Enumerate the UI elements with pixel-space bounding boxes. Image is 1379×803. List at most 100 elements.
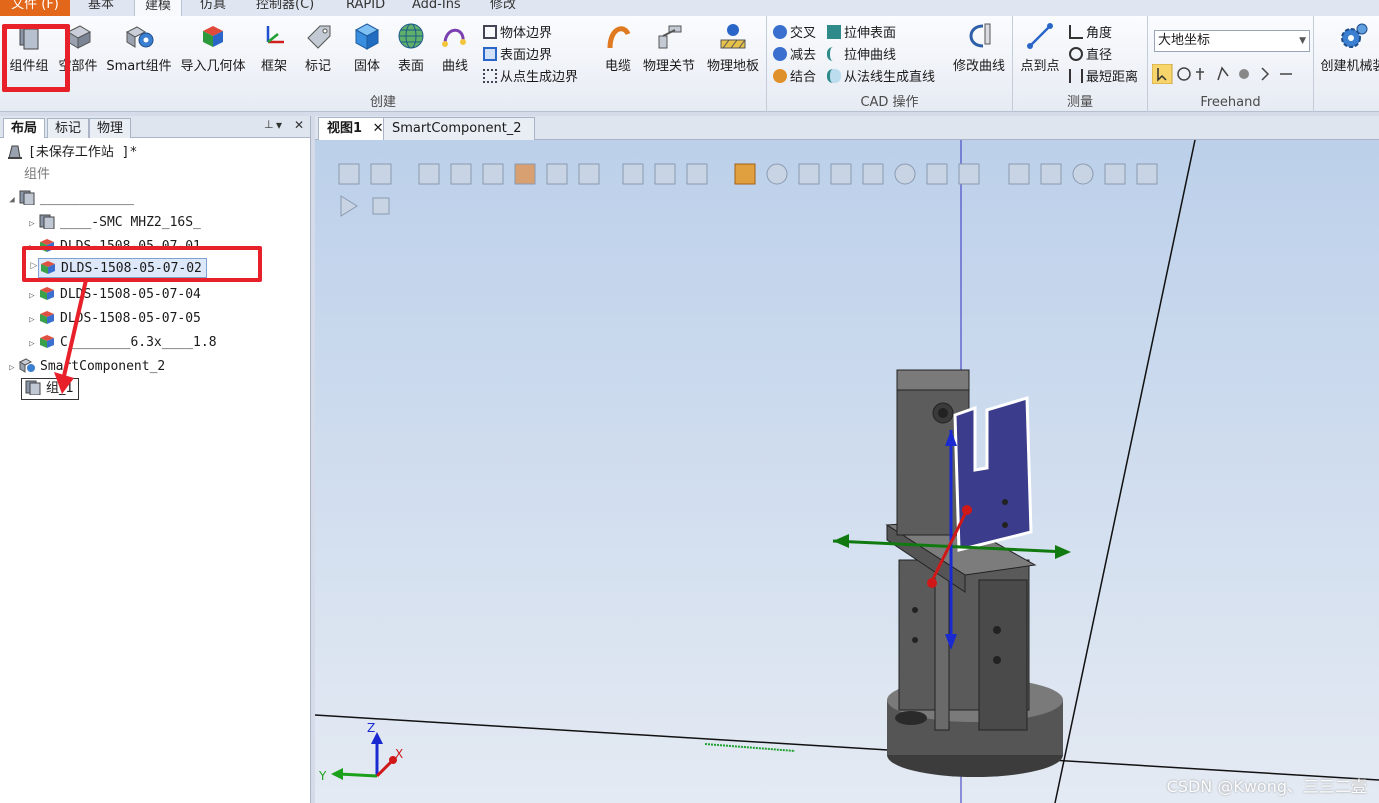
select-target-icon[interactable] bbox=[622, 163, 644, 185]
union-button[interactable]: 结合 bbox=[773, 68, 816, 88]
tree-item-smc[interactable]: ▷ ____-SMC MHZ2_16S_ bbox=[26, 212, 201, 234]
menu-tab-basic[interactable]: 基本 bbox=[78, 0, 124, 16]
select-path-icon[interactable] bbox=[654, 163, 676, 185]
intersect-button[interactable]: 交叉 bbox=[773, 24, 816, 44]
measure-shortest-icon[interactable] bbox=[1104, 163, 1126, 185]
menu-tab-modeling[interactable]: 建模 bbox=[134, 0, 183, 16]
tab-physics[interactable]: 物理 bbox=[89, 118, 132, 138]
measure-stack-icon[interactable] bbox=[1136, 163, 1158, 185]
tag-button[interactable]: 标记 bbox=[298, 20, 338, 74]
border-from-points-button[interactable]: 从点生成边界 bbox=[483, 68, 578, 88]
panel-menu-icon[interactable]: ▾ bbox=[276, 118, 282, 132]
view-all-icon[interactable] bbox=[338, 163, 360, 185]
select-group-icon[interactable] bbox=[578, 163, 600, 185]
physics-joint-button[interactable]: 物理关节 bbox=[640, 20, 698, 74]
expand-triangle-icon[interactable]: ▷ bbox=[26, 309, 38, 331]
select-surface-icon[interactable] bbox=[450, 163, 472, 185]
expand-triangle-icon[interactable]: ▷ bbox=[28, 261, 40, 271]
shortest-distance-button[interactable]: 最短距离 bbox=[1069, 68, 1138, 88]
menu-tab-rapid[interactable]: RAPID bbox=[336, 0, 395, 16]
modify-curve-button[interactable]: 修改曲线 bbox=[949, 20, 1009, 74]
select-mode-icon[interactable] bbox=[1152, 64, 1173, 84]
zoom-window-icon[interactable] bbox=[370, 163, 392, 185]
angle-button[interactable]: 角度 bbox=[1069, 24, 1112, 44]
select-frame-icon[interactable] bbox=[686, 163, 708, 185]
extrude-surface-button[interactable]: 拉伸表面 bbox=[827, 24, 896, 44]
close-icon[interactable]: ✕ bbox=[294, 118, 304, 132]
smart-component-button[interactable]: Smart组件 bbox=[104, 20, 174, 74]
snap-pivot-icon[interactable] bbox=[894, 163, 916, 185]
snap-object-icon[interactable] bbox=[734, 163, 756, 185]
measure-angle-icon[interactable] bbox=[1040, 163, 1062, 185]
snap-local-origin-icon[interactable] bbox=[926, 163, 948, 185]
tab-smartcomponent[interactable]: SmartComponent_2 bbox=[383, 117, 535, 140]
snap-endpoint-icon[interactable] bbox=[862, 163, 884, 185]
snap-edge-icon[interactable] bbox=[798, 163, 820, 185]
solid-button[interactable]: 固体 bbox=[348, 20, 386, 74]
select-mechanism-icon[interactable] bbox=[546, 163, 568, 185]
jog-joint-icon[interactable] bbox=[1217, 66, 1229, 81]
expand-triangle-icon[interactable]: ▷ bbox=[26, 333, 38, 355]
gizmo-x-handle[interactable] bbox=[962, 505, 972, 515]
frame-button[interactable]: 框架 bbox=[254, 20, 294, 74]
jog-linear-icon[interactable] bbox=[1239, 69, 1249, 79]
curve-button[interactable]: 曲线 bbox=[436, 20, 474, 74]
extrude-curve-label: 拉伸曲线 bbox=[844, 48, 897, 63]
component-group-button[interactable]: 组件组 bbox=[6, 20, 52, 74]
collapse-triangle-icon[interactable]: ◢ bbox=[6, 189, 18, 211]
stop-icon[interactable] bbox=[372, 197, 390, 215]
surface-button[interactable]: 表面 bbox=[392, 20, 430, 74]
layout-panel: 布局 标记 物理 ▾ ⊥ ✕ [未保存工作站 ]* 组件 ◢ __________… bbox=[0, 116, 311, 803]
menu-tab-simulation[interactable]: 仿真 bbox=[190, 0, 236, 16]
point-to-point-button[interactable]: 点到点 bbox=[1017, 20, 1063, 74]
tree-item-label: DLDS-1508-05-07-01 bbox=[60, 239, 201, 254]
panel-pin-icon[interactable]: ⊥ bbox=[264, 118, 274, 131]
object-border-button[interactable]: 物体边界 bbox=[483, 24, 552, 44]
measure-diameter-icon[interactable] bbox=[1072, 163, 1094, 185]
rotate-icon[interactable] bbox=[1177, 67, 1191, 81]
select-part-icon[interactable] bbox=[514, 163, 536, 185]
tab-view1[interactable]: 视图1 ✕ bbox=[318, 117, 393, 140]
gizmo-x-handle[interactable] bbox=[927, 578, 937, 588]
tree-group-node[interactable]: ◢ ____________ bbox=[6, 188, 134, 210]
import-geometry-button[interactable]: 导入几何体 bbox=[176, 20, 250, 74]
expand-triangle-icon[interactable]: ▷ bbox=[26, 285, 38, 307]
menu-tab-modify[interactable]: 修改 bbox=[480, 0, 526, 16]
surface-border-button[interactable]: 表面边界 bbox=[483, 46, 552, 66]
snap-midpoint-icon[interactable] bbox=[830, 163, 852, 185]
empty-part-button[interactable]: 空部件 bbox=[54, 20, 102, 74]
play-icon[interactable] bbox=[340, 195, 358, 217]
physics-floor-button[interactable]: 物理地板 bbox=[702, 20, 764, 74]
cable-button[interactable]: 电缆 bbox=[598, 20, 638, 74]
tab-tags[interactable]: 标记 bbox=[47, 118, 90, 138]
jog-reorient-icon[interactable] bbox=[1261, 67, 1270, 81]
tab-layout[interactable]: 布局 bbox=[3, 118, 46, 138]
measure-distance-icon[interactable] bbox=[1008, 163, 1030, 185]
move-icon[interactable] bbox=[1196, 68, 1204, 80]
reference-frame-select[interactable]: 大地坐标 ▼ bbox=[1154, 30, 1310, 52]
snap-grid-icon[interactable] bbox=[958, 163, 980, 185]
select-body-icon[interactable] bbox=[482, 163, 504, 185]
extrude-curve-button[interactable]: 拉伸曲线 bbox=[827, 46, 896, 66]
tree-station[interactable]: [未保存工作站 ]* bbox=[6, 142, 137, 164]
view-tabs: 视图1 ✕ SmartComponent_2 bbox=[315, 116, 1379, 140]
3d-viewport[interactable]: Z Y X CSDN @Kwong、三三二壹 bbox=[315, 140, 1379, 803]
expand-triangle-icon[interactable]: ▷ bbox=[26, 237, 38, 259]
diameter-button[interactable]: 直径 bbox=[1069, 46, 1112, 66]
tree-item-dlds-02[interactable]: DLDS-1508-05-07-02 bbox=[38, 258, 207, 278]
menu-tab-controller[interactable]: 控制器(C) bbox=[246, 0, 324, 16]
line-from-normal-button[interactable]: 从法线生成直线 bbox=[827, 68, 935, 88]
border-from-points-label: 从点生成边界 bbox=[500, 70, 579, 85]
menu-tab-file[interactable]: 文件 (F) bbox=[0, 0, 70, 16]
expand-triangle-icon[interactable]: ▷ bbox=[26, 213, 38, 235]
gripper-finger-selected[interactable] bbox=[953, 396, 1033, 552]
menu-tab-addins[interactable]: Add-Ins bbox=[402, 0, 471, 16]
tree-item-dlds-01[interactable]: ▷ DLDS-1508-05-07-01 bbox=[26, 236, 201, 258]
subtract-button[interactable]: 减去 bbox=[773, 46, 816, 66]
create-mechanism-button[interactable]: 创建机械装 bbox=[1318, 20, 1379, 74]
close-icon[interactable]: ✕ bbox=[373, 121, 384, 136]
surface-sphere-icon bbox=[398, 23, 424, 49]
select-curve-icon[interactable] bbox=[418, 163, 440, 185]
snap-center-icon[interactable] bbox=[766, 163, 788, 185]
expand-triangle-icon[interactable]: ▷ bbox=[6, 357, 18, 379]
